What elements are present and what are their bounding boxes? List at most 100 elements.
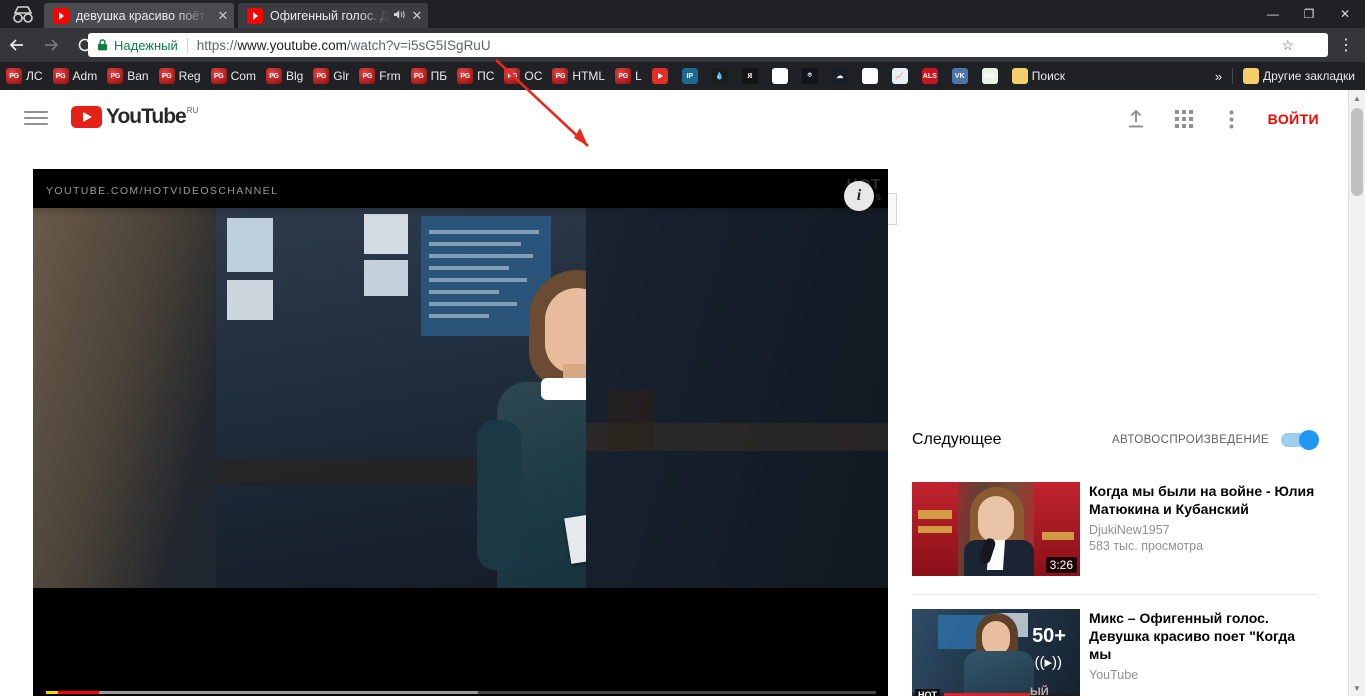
bookmark-item[interactable]: PG Reg (155, 65, 205, 87)
window-controls: — ❐ ✕ (1255, 0, 1363, 28)
bookmark-item[interactable]: PG Frm (355, 65, 404, 87)
bookmark-label: HTML (572, 69, 606, 83)
bookmark-item[interactable]: ⌾ (798, 65, 826, 87)
back-button[interactable] (0, 28, 34, 62)
hamburger-icon[interactable] (24, 108, 48, 128)
bookmark-item[interactable]: PG ОС (500, 65, 546, 87)
classroom-chair (608, 390, 654, 450)
gmail-icon: M (771, 68, 788, 84)
bookmark-item[interactable]: 💧 (708, 65, 736, 87)
pg-icon: PG (158, 68, 175, 84)
bookmark-item[interactable]: W (858, 65, 886, 87)
channel-url-watermark: YOUTUBE.COM/HOTVIDEOSCHANNEL (46, 185, 279, 197)
video-thumbnail[interactable]: 3:26 (912, 482, 1080, 576)
tab-close-button[interactable]: ✕ (212, 9, 234, 22)
youtube-icon (651, 68, 668, 84)
browser-window: девушка красиво поёт - ✕ Офигенный голос… (0, 0, 1365, 696)
bookmark-label: Adm (72, 69, 98, 83)
browser-tab-2[interactable]: Офигенный голос. Де ✕ (238, 3, 428, 28)
bookmark-item[interactable]: PG Adm (49, 65, 102, 87)
scroll-down-arrow[interactable]: ▼ (1349, 680, 1365, 696)
video-title-link[interactable]: Микс – Офигенный голос. Девушка красиво … (1089, 609, 1317, 663)
thumb-face (982, 621, 1010, 655)
pg-icon: PG (52, 68, 69, 84)
pg-icon: PG (210, 68, 227, 84)
signin-button[interactable]: ВОЙТИ (1268, 111, 1319, 127)
pg-icon: PG (457, 68, 474, 84)
bookmark-item[interactable]: PG Ban (103, 65, 152, 87)
browser-tab-1[interactable]: девушка красиво поёт - ✕ (44, 3, 234, 28)
minimize-button[interactable]: — (1255, 0, 1291, 28)
youtube-logo[interactable]: YouTube RU (71, 106, 198, 128)
bookmark-item[interactable]: MG (978, 65, 1006, 87)
bookmark-item[interactable]: PG ПБ (407, 65, 452, 87)
close-window-button[interactable]: ✕ (1327, 0, 1363, 28)
chrome-menu-button[interactable]: ⋮ (1331, 28, 1361, 62)
bookmark-star-icon[interactable]: ☆ (1281, 33, 1294, 57)
scroll-up-arrow[interactable]: ▲ (1349, 90, 1365, 106)
address-bar[interactable]: Надежный https://www.youtube.com/watch?v… (88, 33, 1328, 57)
bookmark-item[interactable]: PG ЛС (2, 65, 47, 87)
bookmarks-bar: PG ЛС PG Adm PG Ban PG Reg PG Com PG Blg PG Glr… (0, 62, 1365, 90)
bookmark-item[interactable]: Я (738, 65, 766, 87)
bookmark-item[interactable]: ALS (918, 65, 946, 87)
kebab-icon[interactable] (1208, 104, 1256, 134)
cloud-icon: ☁ (831, 68, 848, 84)
video-subject (471, 270, 586, 588)
bookmark-item[interactable]: IP (678, 65, 706, 87)
progress-chapter-marker (46, 691, 58, 694)
youtube-play-icon (71, 106, 102, 128)
sidebar-divider (912, 594, 1317, 595)
bookmark-item[interactable]: VK (948, 65, 976, 87)
incognito-icon (6, 2, 40, 26)
masthead-actions: ВОЙТИ (1112, 104, 1323, 134)
scrollbar-thumb[interactable] (1351, 108, 1363, 196)
thumb-face (978, 496, 1014, 542)
bookmark-item[interactable]: 📈 (888, 65, 916, 87)
bookmark-label: ЛС (26, 69, 43, 83)
pg-icon: PG (313, 68, 330, 84)
list-item[interactable]: 3:26 Когда мы были на войне - Юлия Матюк… (912, 482, 1317, 576)
pg-icon: PG (359, 68, 376, 84)
chart-icon: 📈 (891, 68, 908, 84)
subject-face (545, 288, 586, 374)
autoplay-toggle[interactable] (1281, 430, 1319, 450)
bookmark-item[interactable]: PG HTML (548, 65, 609, 87)
tab-close-button[interactable]: ✕ (406, 9, 428, 22)
bookmark-item[interactable]: M (768, 65, 796, 87)
bookmark-item[interactable]: PG Blg (262, 65, 307, 87)
tab-title: девушка красиво поёт - (76, 8, 212, 23)
forward-button[interactable] (34, 28, 68, 62)
bookmark-label: Поиск (1031, 69, 1066, 83)
channel-name[interactable]: YouTube (1089, 668, 1317, 682)
video-player[interactable]: YOUTUBE.COM/HOTVIDEOSCHANNEL HOT VIDEOS … (33, 169, 888, 696)
bookmark-item[interactable]: PG L (611, 65, 646, 87)
bookmark-item[interactable]: ☁ (828, 65, 856, 87)
bookmark-item[interactable]: PG ПС (453, 65, 498, 87)
channel-name[interactable]: DjukiNew1957 (1089, 523, 1317, 537)
pg-icon: PG (615, 68, 632, 84)
info-icon[interactable]: i (844, 181, 874, 211)
video-duration-badge: 3:26 (1045, 557, 1077, 573)
autoplay-label: АВТОВОСПРОИЗВЕДЕНИЕ (1111, 434, 1269, 446)
list-item[interactable]: 50+ ((▸)) ОФИГЕНН ЫЙ ГОЛОС HOTVIDEOS Мик… (912, 609, 1317, 696)
bookmark-folder-search[interactable]: Поиск (1008, 65, 1069, 87)
video-title-link[interactable]: Когда мы были на войне - Юлия Матюкина и… (1089, 482, 1317, 518)
progress-bar[interactable] (46, 691, 876, 694)
bookmark-item[interactable]: PG Glr (309, 65, 353, 87)
bookmark-item[interactable] (648, 65, 676, 87)
apps-grid-icon[interactable] (1160, 104, 1208, 134)
video-thumbnail[interactable]: 50+ ((▸)) ОФИГЕНН ЫЙ ГОЛОС HOTVIDEOS (912, 609, 1080, 696)
maximize-button[interactable]: ❐ (1291, 0, 1327, 28)
view-count: 583 тыс. просмотра (1089, 539, 1204, 553)
tab-mute-icon[interactable] (392, 9, 406, 23)
upload-icon[interactable] (1112, 104, 1160, 134)
page-scrollbar[interactable]: ▲ ▼ (1348, 90, 1365, 696)
hot-videos-logo: HOTVIDEOS (915, 689, 940, 696)
pg-icon: PG (552, 68, 569, 84)
bookmarks-overflow-button[interactable]: » (1215, 69, 1222, 84)
omnibox-divider (186, 37, 188, 53)
thumb-body (964, 651, 1034, 695)
bookmark-item[interactable]: PG Com (207, 65, 260, 87)
other-bookmarks-button[interactable]: Другие закладки (1239, 65, 1359, 87)
